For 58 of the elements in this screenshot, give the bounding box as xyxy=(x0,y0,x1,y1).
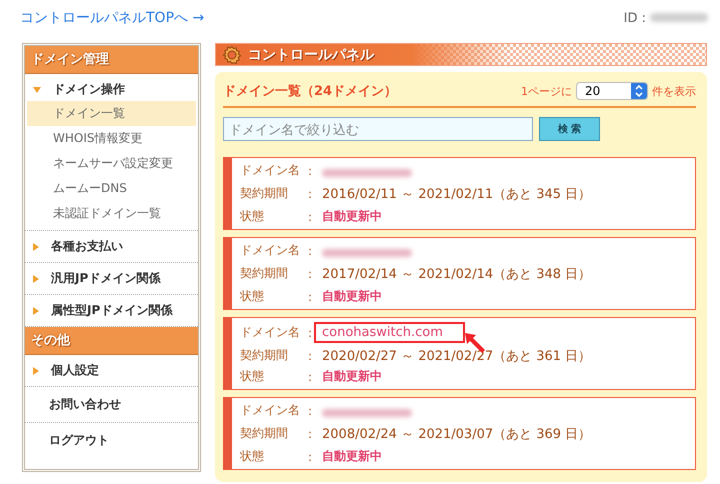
status-value: 自動更新中 xyxy=(322,288,382,305)
sidebar-item[interactable]: 属性型JPドメイン関係 xyxy=(51,302,172,319)
colon: : xyxy=(308,244,314,258)
contract-period: 2016/02/11 ～ 2021/02/11（あと 345 日） xyxy=(322,186,592,202)
search-field[interactable]: ドメイン名で絞り込む xyxy=(223,117,533,141)
sidebar-item[interactable]: ドメイン操作 xyxy=(53,81,125,98)
sidebar-subitem[interactable]: ムームーDNS xyxy=(27,176,196,201)
field-label: ドメイン名 xyxy=(240,242,301,259)
sidebar-item[interactable]: 汎用JPドメイン関係 xyxy=(51,270,160,287)
sidebar-item[interactable]: 各種お支払い xyxy=(51,238,123,255)
gear-icon xyxy=(222,44,242,64)
colon: : xyxy=(308,290,314,304)
contract-period: 2020/02/27 ～ 2021/02/27（あと 361 日） xyxy=(322,348,592,364)
field-label: 状態 xyxy=(240,208,265,225)
sidebar-subitem[interactable]: ネームサーバ設定変更 xyxy=(27,151,196,176)
sidebar-item[interactable]: ログアウト xyxy=(25,427,198,454)
sidebar-subitem[interactable]: WHOIS情報変更 xyxy=(27,126,196,151)
sidebar-item[interactable]: お問い合わせ xyxy=(25,391,198,418)
sidebar-subitem[interactable]: 未認証ドメイン一覧 xyxy=(27,201,196,226)
colon: : xyxy=(308,348,314,362)
colon: : xyxy=(308,450,314,464)
colon: : xyxy=(308,186,314,200)
field-label: 状態 xyxy=(240,448,265,465)
colon: : xyxy=(308,266,314,280)
field-label: ドメイン名 xyxy=(240,402,301,419)
colon: : xyxy=(308,210,314,224)
field-label: 状態 xyxy=(240,288,265,305)
colon: : xyxy=(308,326,314,340)
status-value: 自動更新中 xyxy=(322,448,382,465)
field-label: 契約期間 xyxy=(240,185,289,202)
field-label: 状態 xyxy=(240,368,265,385)
account-label: ID : xyxy=(624,10,646,26)
sidebar-subitem[interactable]: ドメイン一覧 xyxy=(27,101,196,126)
colon: : xyxy=(308,404,314,418)
field-label: ドメイン名 xyxy=(240,324,301,341)
status-value: 自動更新中 xyxy=(322,208,382,225)
section-header: ドメイン管理 xyxy=(25,46,198,74)
domain-name[interactable]: conohaswitch.com xyxy=(314,322,465,343)
per-page-select[interactable]: 20 xyxy=(576,82,648,100)
sidebar-item[interactable]: 個人設定 xyxy=(51,362,99,379)
colon: : xyxy=(308,426,314,440)
list-title: ドメイン一覧（24ドメイン） xyxy=(223,83,398,100)
contract-period: 2017/02/14 ～ 2021/02/14（あと 348 日） xyxy=(322,266,592,282)
section-header: その他 xyxy=(25,327,198,355)
top-link[interactable]: コントロールパネルTOPへ → xyxy=(20,9,204,27)
search-button[interactable]: 検 索 xyxy=(539,117,600,141)
colon: : xyxy=(308,164,314,178)
per-page-label: 件を表示 xyxy=(652,84,696,98)
contract-period: 2008/02/24 ～ 2021/03/07（あと 369 日） xyxy=(322,426,592,442)
spinner-icon xyxy=(631,83,647,99)
colon: : xyxy=(308,370,314,384)
status-value: 自動更新中 xyxy=(322,368,382,385)
field-label: 契約期間 xyxy=(240,425,289,442)
field-label: 契約期間 xyxy=(240,347,289,364)
per-page-label: 1ページに xyxy=(521,84,572,98)
field-label: 契約期間 xyxy=(240,265,289,282)
field-label: ドメイン名 xyxy=(240,162,301,179)
panel-title: コントロールパネル xyxy=(248,46,374,64)
